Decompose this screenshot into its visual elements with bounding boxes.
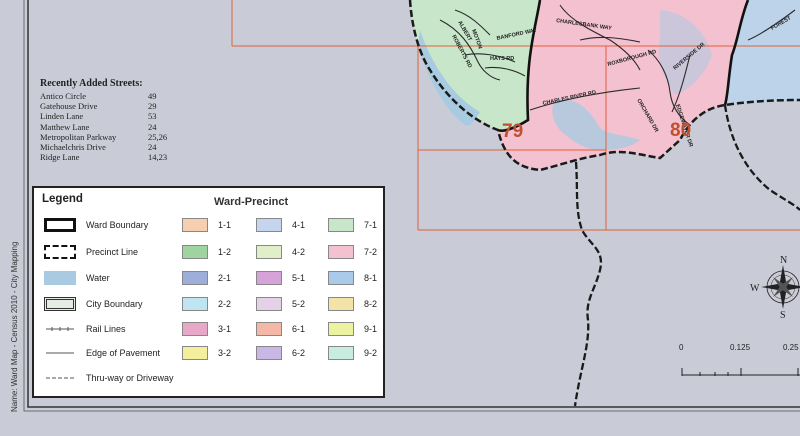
list-item: Linden Lane 53 [40, 111, 157, 122]
ward-precinct-swatch [256, 218, 282, 232]
list-item: Matthew Lane 24 [40, 121, 157, 132]
ward-precinct-label: 3-2 [218, 348, 232, 358]
recent-streets-title: Recently Added Streets: [40, 78, 143, 89]
compass-rose-icon: N S W E [750, 255, 800, 321]
legend-item-thruway: Thru-way or Driveway [44, 371, 174, 385]
legend-item-city-boundary: City Boundary [44, 297, 143, 311]
ward-precinct-swatch [328, 245, 354, 259]
ward-precinct-swatch [256, 245, 282, 259]
ward-precinct-swatch [256, 297, 282, 311]
ward-precinct-label: 5-1 [292, 273, 306, 283]
ward-precinct-label: 8-2 [364, 299, 378, 309]
legend-item-precinct-line: Precinct Line [44, 245, 138, 259]
ward-precinct-label: 9-1 [364, 324, 378, 334]
ward-precinct-label: 4-2 [292, 247, 306, 257]
ward-precinct-swatch [328, 297, 354, 311]
ward-precinct-label: 1-1 [218, 220, 232, 230]
map-legend: Legend Ward-Precinct Ward Boundary Preci… [32, 186, 385, 398]
precinct-line-icon [44, 245, 76, 259]
city-boundary-line-south [573, 161, 603, 407]
ward-precinct-label: 6-2 [292, 348, 306, 358]
edge-of-pavement-icon [44, 346, 76, 360]
ward-precinct-swatch [182, 346, 208, 360]
ward-boundary-icon [44, 218, 76, 232]
ward-precinct-swatch [182, 271, 208, 285]
ward-precinct-title: Ward-Precinct [214, 196, 289, 208]
ward-label: 79 [502, 121, 523, 142]
ward-precinct-label: 7-2 [364, 247, 378, 257]
map-source-label: Name: Ward Map - Census 2010 - City Mapp… [10, 241, 19, 412]
ward-precinct-label: 4-1 [292, 220, 306, 230]
legend-title: Legend [42, 193, 83, 205]
scale-bar [681, 368, 800, 376]
ward-precinct-label: 5-2 [292, 299, 306, 309]
thruway-icon [44, 371, 76, 385]
city-boundary-icon [44, 297, 76, 311]
ward-precinct-swatch [328, 218, 354, 232]
ward-precinct-label: 6-1 [292, 324, 306, 334]
compass-south: S [780, 310, 786, 321]
ward-precinct-swatch [328, 322, 354, 336]
recently-added-streets: Recently Added Streets: Antico Circle 49 … [40, 78, 167, 162]
ward-precinct-label: 3-1 [218, 324, 232, 334]
ward-precinct-swatch [256, 322, 282, 336]
ward-precinct-swatch [256, 271, 282, 285]
ward-precinct-swatch [182, 218, 208, 232]
ward-precinct-label: 7-1 [364, 220, 378, 230]
city-boundary-line-east [723, 104, 800, 211]
list-item: Metropolitan Parkway 25,26 [40, 131, 168, 142]
list-item: Ridge Lane 14,23 [40, 152, 168, 163]
legend-item-rail-lines: Rail Lines [44, 322, 126, 336]
ward-precinct-label: 2-1 [218, 273, 232, 283]
ward-precinct-swatch [182, 245, 208, 259]
ward-precinct-label: 2-2 [218, 299, 232, 309]
street-label: HAYS RD [490, 56, 514, 62]
ward-precinct-swatch [182, 297, 208, 311]
ward-precinct-label: 1-2 [218, 247, 232, 257]
scale-label: 0 [679, 343, 684, 352]
ward-label: 80 [670, 120, 691, 141]
compass-north: N [780, 255, 787, 266]
ward-precinct-swatch [328, 271, 354, 285]
compass-west: W [750, 283, 760, 294]
ward-precinct-swatch [256, 346, 282, 360]
ward-precinct-label: 8-1 [364, 273, 378, 283]
ward-precinct-swatch [328, 346, 354, 360]
legend-item-ward-boundary: Ward Boundary [44, 218, 148, 232]
list-item: Michaelchris Drive 24 [40, 142, 157, 153]
scale-label: 0.25 [783, 343, 799, 352]
legend-item-edge-of-pavement: Edge of Pavement [44, 346, 160, 360]
rail-lines-icon [44, 322, 76, 336]
list-item: Gatehouse Drive 29 [40, 101, 157, 112]
water-icon [44, 271, 76, 285]
scale-label: 0.125 [730, 343, 751, 352]
legend-item-water: Water [44, 271, 110, 285]
ward-precinct-label: 9-2 [364, 348, 378, 358]
ward-precinct-swatch [182, 322, 208, 336]
list-item: Antico Circle 49 [40, 91, 157, 101]
